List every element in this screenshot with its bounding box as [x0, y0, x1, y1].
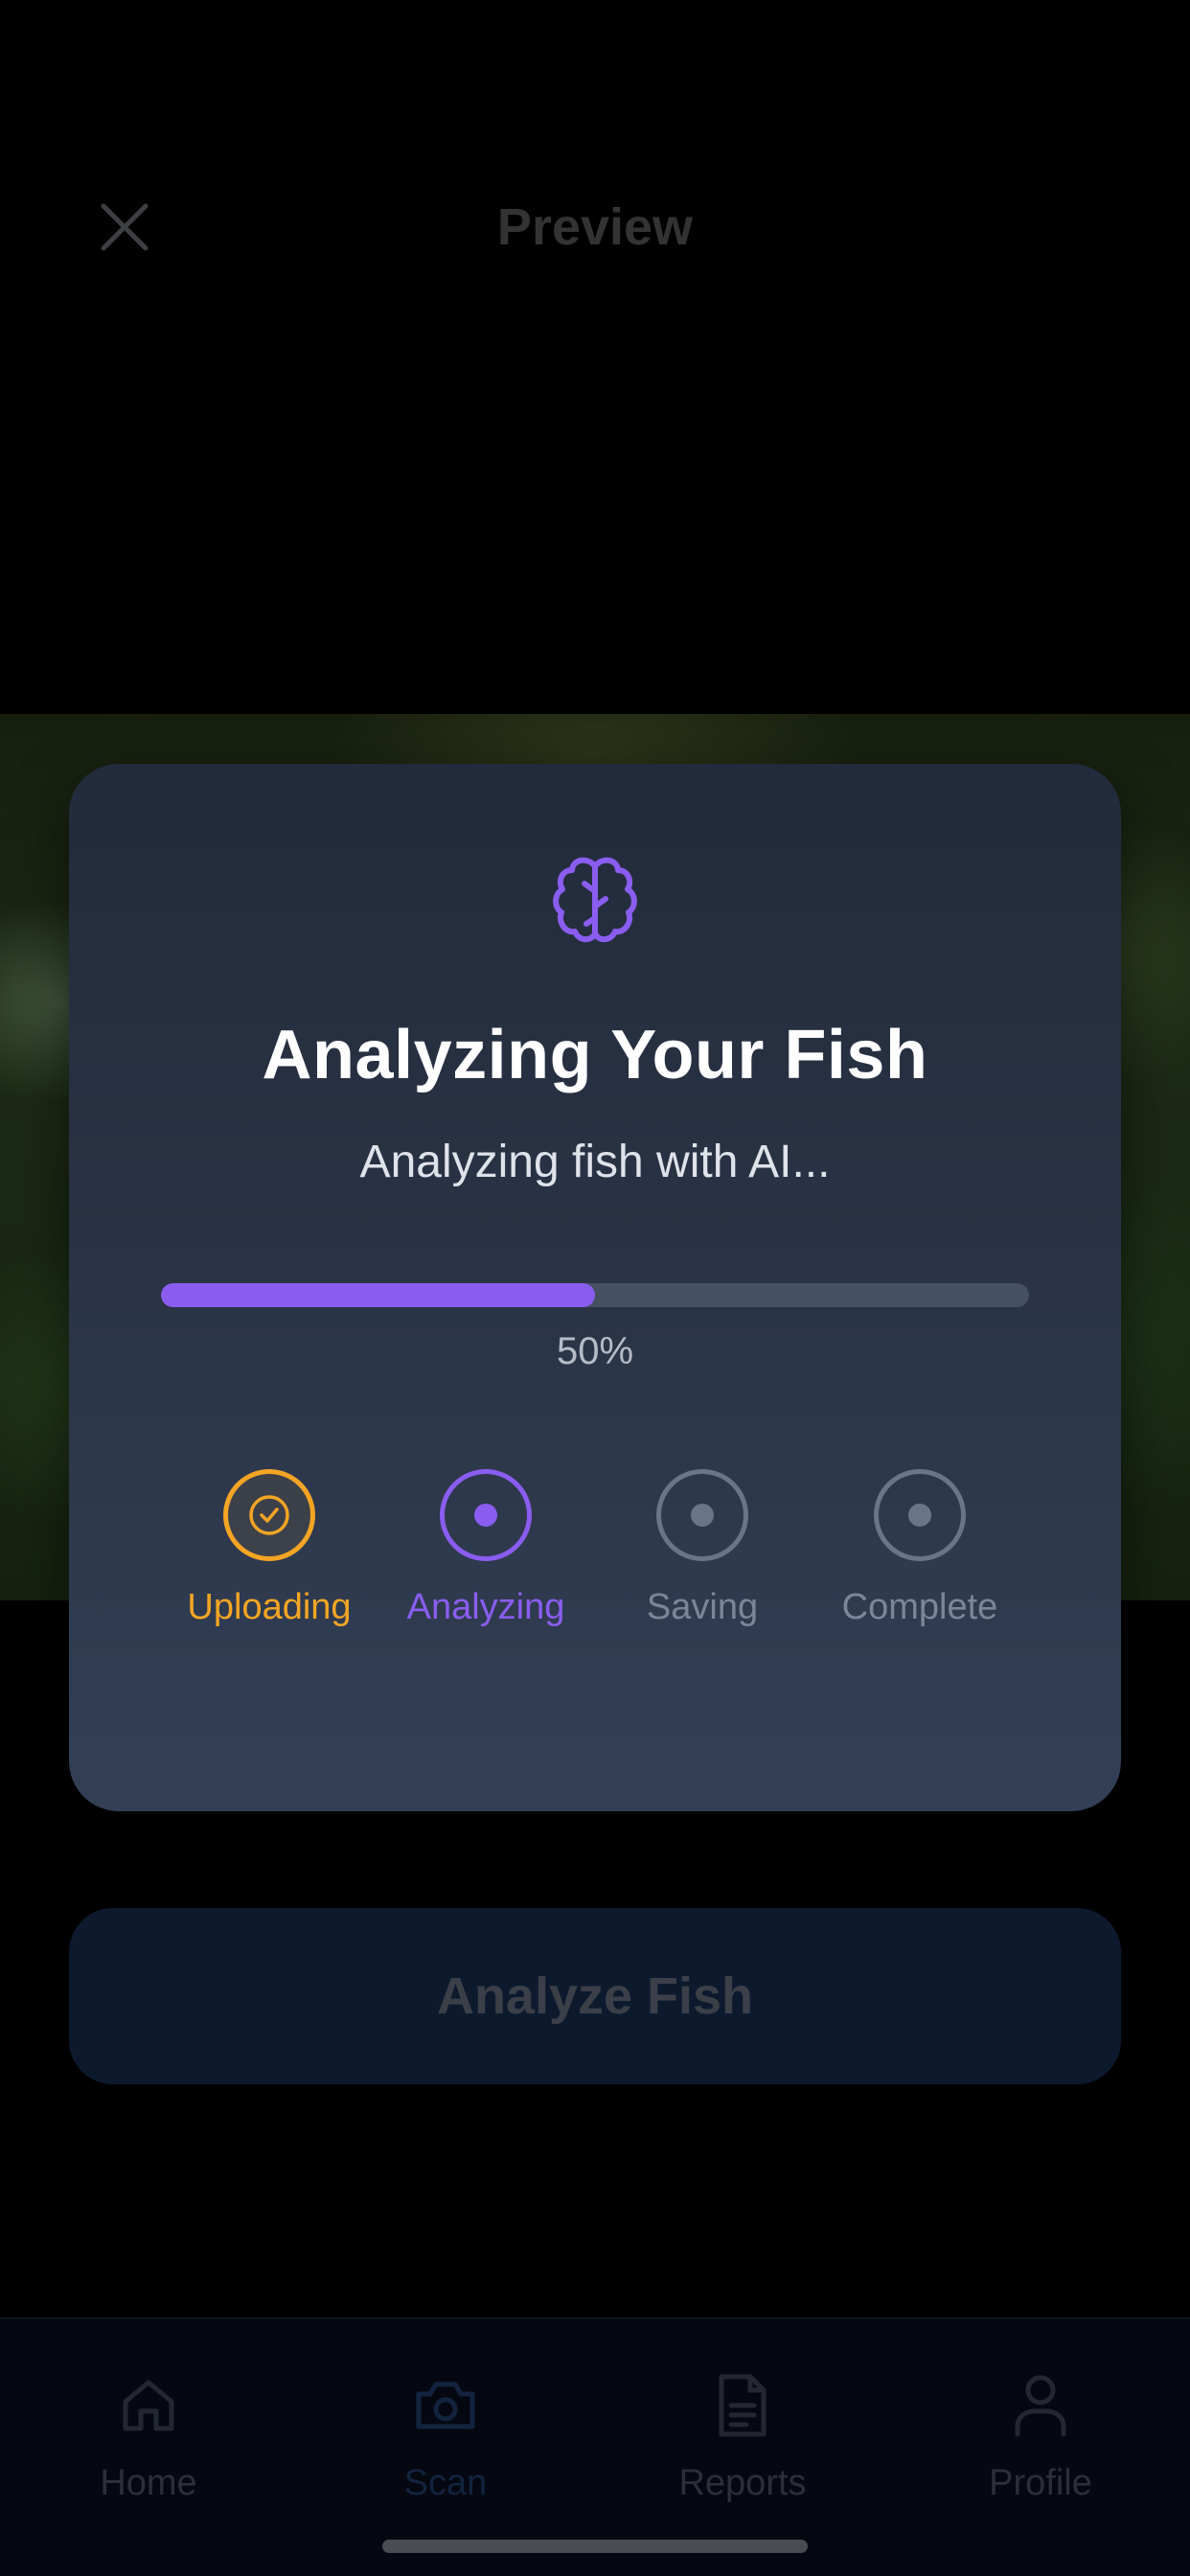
dot-icon: [474, 1504, 497, 1527]
tab-label: Reports: [678, 2463, 807, 2503]
step-indicator: [874, 1469, 966, 1561]
brain-icon: [553, 857, 637, 943]
document-icon: [719, 2374, 767, 2437]
screen: Preview Analyzing Your Fish Analyzing fi…: [0, 0, 1190, 2576]
tab-label: Scan: [403, 2463, 488, 2503]
progress-bar: [161, 1283, 1029, 1307]
analyze-fish-button[interactable]: Analyze Fish: [69, 1908, 1121, 2084]
progress-label: 50%: [556, 1330, 634, 1372]
page-title: Preview: [496, 198, 694, 256]
progress-fill: [161, 1283, 595, 1307]
home-icon: [123, 2380, 174, 2431]
step-uploading: Uploading: [145, 1469, 394, 1642]
step-indicator: [440, 1469, 532, 1561]
step-indicator: [223, 1469, 315, 1561]
camera-icon: [416, 2381, 475, 2429]
step-label: Saving: [646, 1587, 759, 1627]
step-saving: Saving: [578, 1469, 827, 1642]
tab-scan[interactable]: Scan: [331, 2367, 561, 2511]
check-circle-icon: [249, 1495, 289, 1535]
step-label: Complete: [841, 1587, 998, 1627]
modal-title: Analyzing Your Fish: [262, 1017, 928, 1093]
tab-label: Home: [100, 2463, 197, 2503]
modal-subtitle: Analyzing fish with AI...: [359, 1137, 831, 1187]
dot-icon: [908, 1504, 931, 1527]
step-complete: Complete: [795, 1469, 1044, 1642]
step-label: Uploading: [187, 1587, 352, 1627]
analyze-button-label: Analyze Fish: [436, 1967, 754, 2025]
step-analyzing: Analyzing: [361, 1469, 610, 1642]
tab-profile[interactable]: Profile: [926, 2367, 1156, 2511]
home-indicator: [382, 2540, 808, 2553]
tab-home[interactable]: Home: [34, 2367, 263, 2511]
step-label: Analyzing: [406, 1587, 565, 1627]
dot-icon: [691, 1504, 714, 1527]
step-indicator: [656, 1469, 748, 1561]
user-icon: [1015, 2375, 1066, 2437]
tab-reports[interactable]: Reports: [628, 2367, 858, 2511]
tab-label: Profile: [989, 2463, 1092, 2503]
